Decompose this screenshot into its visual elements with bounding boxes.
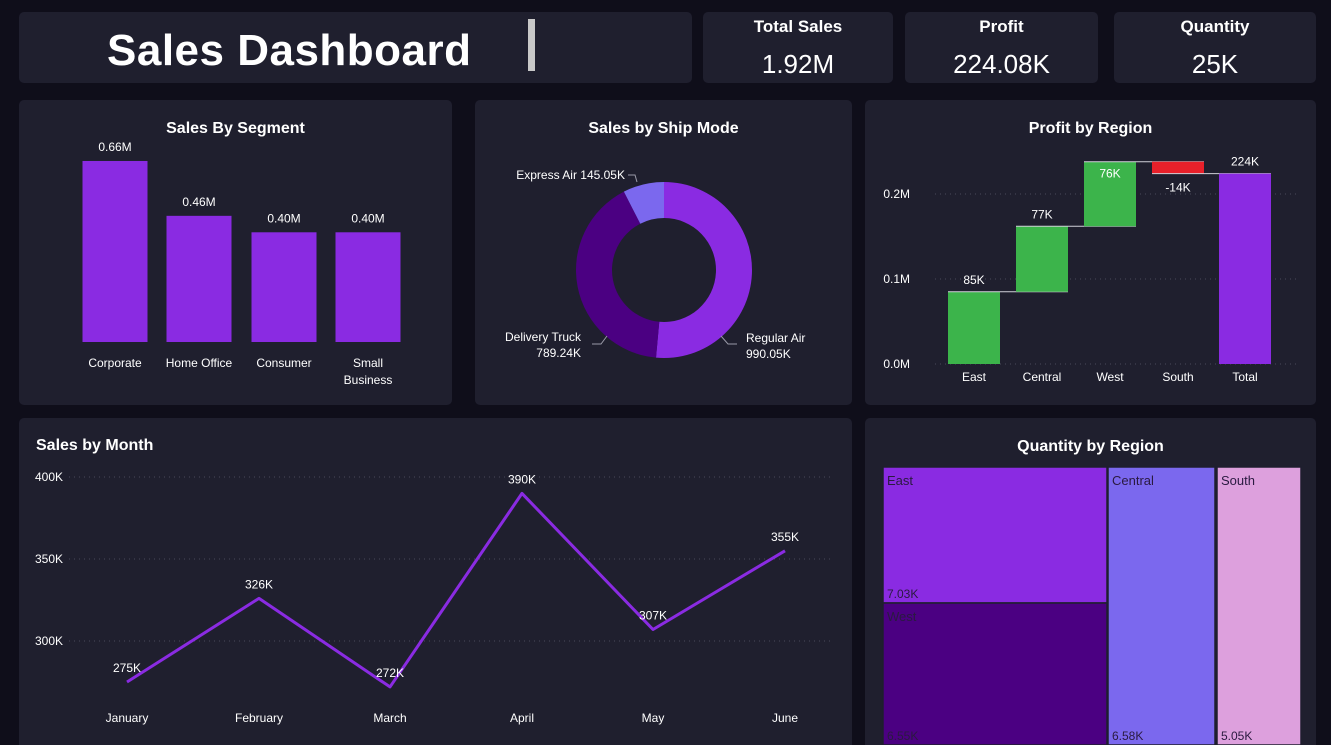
segment-data-label-2: 0.40M xyxy=(267,211,300,225)
region-ytick-1: 0.1M xyxy=(883,272,910,286)
segment-category-label-0: Corporate xyxy=(88,356,142,370)
kpi-profit[interactable]: Profit 224.08K xyxy=(905,12,1098,83)
month-category-label-4: May xyxy=(642,711,665,725)
kpi-profit-value: 224.08K xyxy=(953,49,1050,79)
segment-category-label-1: Home Office xyxy=(166,356,233,370)
region-data-label-4: 224K xyxy=(1231,155,1259,169)
ship-label-value-0: 990.05K xyxy=(746,347,791,361)
ship-mode-slice-0 xyxy=(656,182,752,358)
treemap-label-central: Central xyxy=(1112,473,1154,488)
profit-by-region-card[interactable]: Profit by Region 0.0M 0.1M 0.2M 85K East 77K C… xyxy=(865,100,1316,405)
region-data-label-3: -14K xyxy=(1165,181,1190,195)
kpi-profit-label: Profit xyxy=(979,17,1024,36)
month-ytick-1: 350K xyxy=(35,552,63,566)
month-data-label-5: 355K xyxy=(771,530,799,544)
month-data-label-4: 307K xyxy=(639,609,667,623)
kpi-total-sales[interactable]: Total Sales 1.92M xyxy=(703,12,893,83)
ship-label-2: Express Air 145.05K xyxy=(516,168,625,182)
month-line xyxy=(126,491,786,689)
segment-category-label-2: Consumer xyxy=(256,356,311,370)
region-data-label-1: 77K xyxy=(1031,207,1052,221)
region-data-label-0: 85K xyxy=(963,273,984,287)
kpi-total-sales-value: 1.92M xyxy=(761,49,835,79)
region-bar-4 xyxy=(1219,173,1271,364)
month-ytick-2: 400K xyxy=(35,470,63,484)
region-ytick-2: 0.2M xyxy=(883,187,910,201)
ship-label-value-1: 789.24K xyxy=(536,346,581,360)
region-bar-1 xyxy=(1016,226,1068,292)
ship-leader-line-1 xyxy=(592,335,608,345)
region-category-label-4: Total xyxy=(1232,370,1257,384)
sales-by-month-card[interactable]: Sales by Month 300K 350K 400K 275K January 32… xyxy=(19,418,852,745)
region-ytick-0: 0.0M xyxy=(883,357,910,371)
sales-by-month-chart: 300K 350K 400K 275K January 326K February 272K M… xyxy=(35,470,834,725)
treemap-cell-west xyxy=(882,602,1108,745)
ship-label-name-1: Delivery Truck xyxy=(505,330,582,344)
treemap-value-central: 6.58K xyxy=(1112,729,1143,743)
treemap-value-west: 6.55K xyxy=(887,729,918,743)
quantity-by-region-chart: East 7.03K West 6.55K Central 6.58K South 5.05K xyxy=(882,466,1302,745)
treemap-label-west: West xyxy=(887,609,917,624)
month-data-label-3: 390K xyxy=(508,472,536,486)
sales-by-segment-card[interactable]: Sales By Segment 0.66M Corporate 0.46M Home… xyxy=(19,100,452,405)
text-cursor xyxy=(528,19,535,71)
segment-bar-1 xyxy=(166,215,232,342)
sales-by-segment-chart: 0.66M Corporate 0.46M Home Office 0.40M Consu… xyxy=(82,140,401,387)
region-bar-0 xyxy=(948,291,1000,364)
month-category-label-1: February xyxy=(235,711,283,725)
sales-by-ship-mode-card[interactable]: Sales by Ship Mode Regular Air 990.05K Del… xyxy=(475,100,852,405)
month-data-label-1: 326K xyxy=(245,577,273,591)
region-data-label-2: 76K xyxy=(1099,167,1120,181)
ship-leader-line-2 xyxy=(628,174,638,183)
segment-data-label-3: 0.40M xyxy=(351,211,384,225)
month-category-label-2: March xyxy=(373,711,406,725)
month-category-label-0: January xyxy=(106,711,149,725)
profit-by-region-chart: 0.0M 0.1M 0.2M 85K East 77K Central 76K West -14K… xyxy=(883,155,1297,384)
month-data-label-2: 272K xyxy=(376,666,404,680)
region-bar-3 xyxy=(1152,161,1204,174)
kpi-total-sales-label: Total Sales xyxy=(753,17,843,36)
segment-bar-3 xyxy=(335,232,401,342)
dashboard-title: Sales Dashboard xyxy=(107,26,472,75)
treemap-value-south: 5.05K xyxy=(1221,729,1252,743)
segment-data-label-0: 0.66M xyxy=(98,140,131,154)
kpi-quantity-value: 25K xyxy=(1191,49,1239,79)
region-category-label-0: East xyxy=(962,370,987,384)
ship-label-name-2: Express Air xyxy=(516,168,577,182)
segment-bar-0 xyxy=(82,160,148,342)
ship-leader-line-0 xyxy=(720,335,737,345)
month-data-label-0: 275K xyxy=(113,661,141,675)
kpi-quantity-label: Quantity xyxy=(1180,17,1250,36)
ship-label-value-2: 145.05K xyxy=(580,168,625,182)
region-category-label-3: South xyxy=(1162,370,1193,384)
treemap-label-south: South xyxy=(1221,473,1255,488)
segment-data-label-1: 0.46M xyxy=(182,195,215,209)
treemap-cell-east xyxy=(882,466,1108,604)
segment-category-label-3: Small Business xyxy=(344,356,393,387)
month-category-label-5: June xyxy=(772,711,798,725)
month-category-label-3: April xyxy=(510,711,534,725)
segment-bar-2 xyxy=(251,232,317,342)
treemap-value-east: 7.03K xyxy=(887,587,918,601)
region-category-label-1: Central xyxy=(1023,370,1062,384)
title-card: Sales Dashboard xyxy=(19,12,692,83)
treemap-cell-central xyxy=(1107,466,1216,745)
treemap-label-east: East xyxy=(887,473,913,488)
ship-label-name-0: Regular Air xyxy=(746,331,805,345)
sales-by-ship-mode-chart: Regular Air 990.05K Delivery Truck 789.24K E… xyxy=(505,168,805,361)
month-ytick-0: 300K xyxy=(35,634,63,648)
quantity-by-region-card[interactable]: Quantity by Region East 7.03K West 6.55K Cen… xyxy=(865,418,1316,745)
treemap-cell-south xyxy=(1216,466,1302,745)
kpi-quantity[interactable]: Quantity 25K xyxy=(1114,12,1316,83)
region-category-label-2: West xyxy=(1096,370,1124,384)
